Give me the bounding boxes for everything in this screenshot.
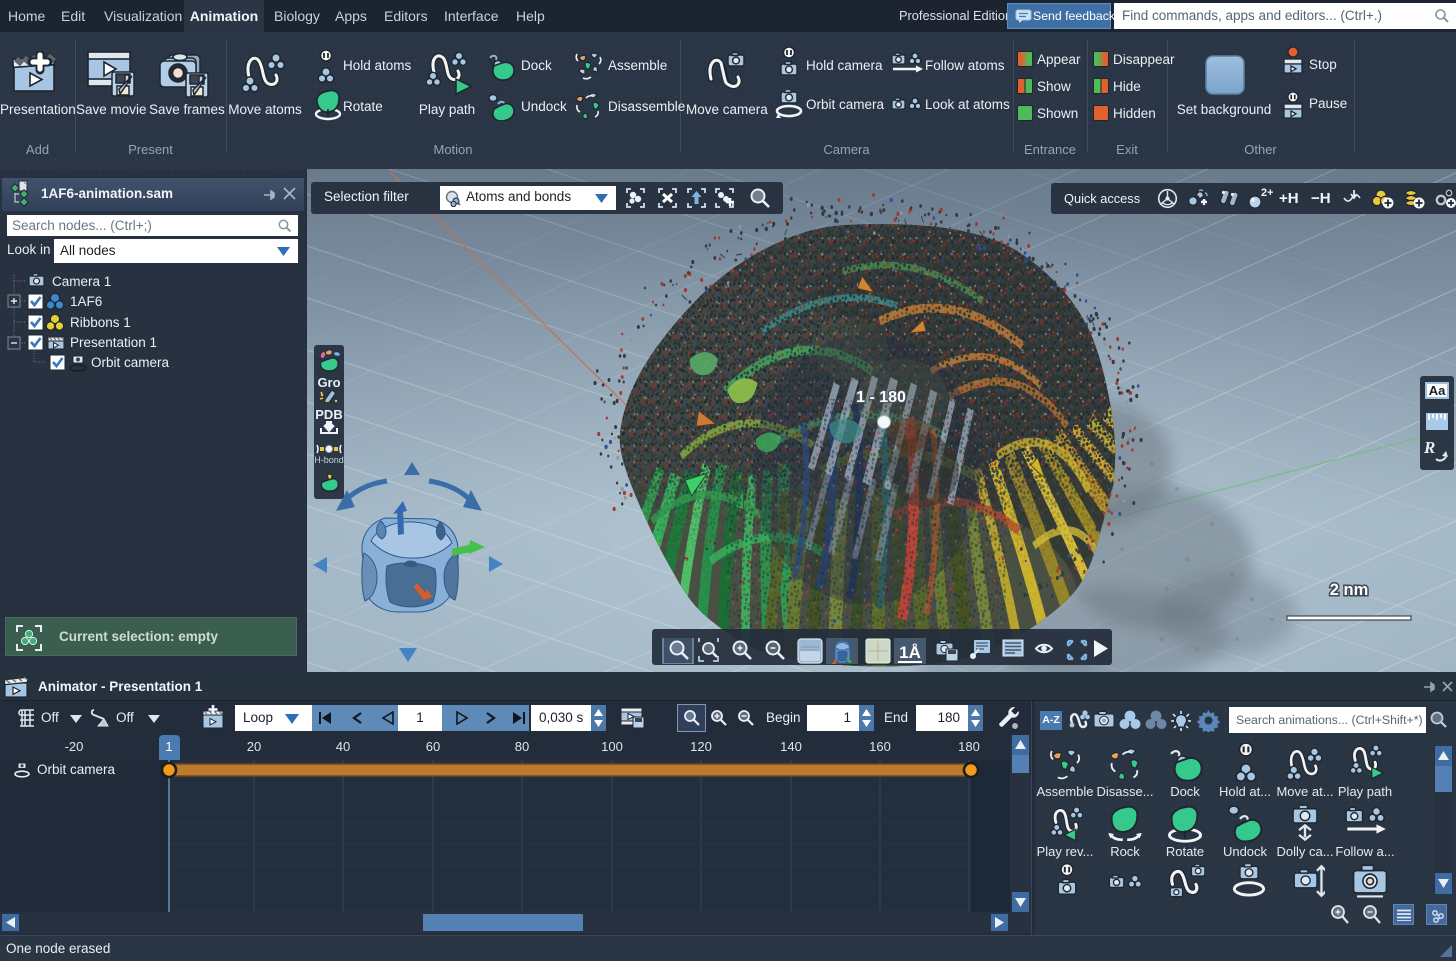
svg-text:1Å: 1Å	[899, 643, 921, 662]
svg-text:1 - 180: 1 - 180	[856, 389, 906, 406]
svg-text:+H: +H	[1279, 190, 1299, 207]
svg-text:2+: 2+	[1261, 187, 1273, 199]
svg-text:−H: −H	[1311, 190, 1331, 207]
svg-text:2 nm: 2 nm	[1330, 581, 1369, 599]
